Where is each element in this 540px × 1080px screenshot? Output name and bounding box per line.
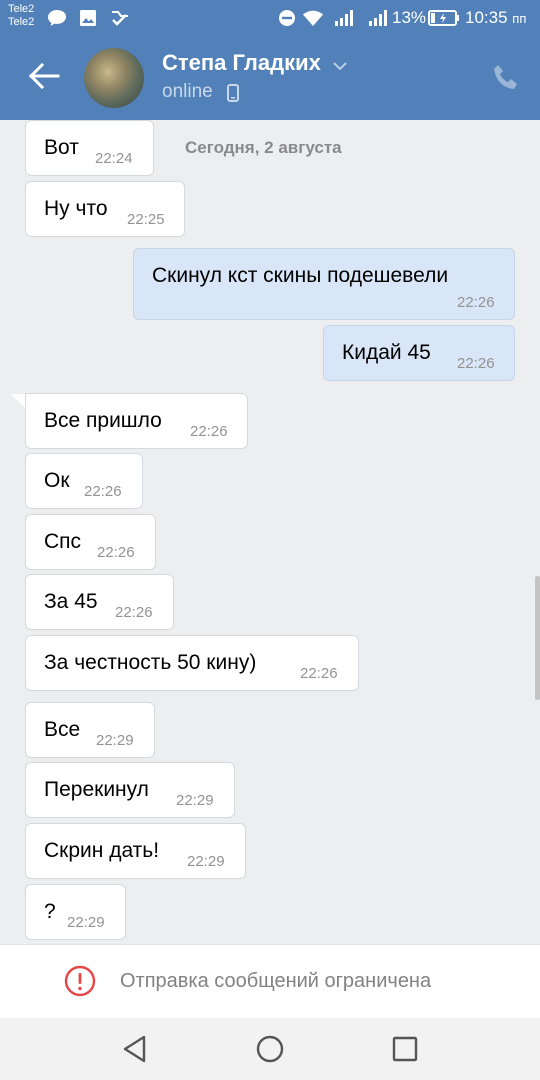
date-separator: Сегодня, 2 августа (185, 138, 342, 157)
message-time: 22:29 (187, 853, 225, 870)
message-text: За 45 (44, 590, 98, 613)
message-bubble[interactable]: Перекинул 22:29 (25, 762, 235, 818)
message-time: 22:26 (97, 544, 135, 561)
image-icon (79, 9, 97, 27)
recents-square-icon (392, 1036, 418, 1062)
message-bubble[interactable]: За 45 22:26 (25, 574, 174, 630)
message-bubble[interactable]: Ок 22:26 (25, 453, 143, 509)
message-time: 22:25 (127, 211, 165, 228)
restriction-text: Отправка сообщений ограничена (120, 970, 432, 992)
message-text: ? (44, 900, 56, 923)
battery-charging-icon (428, 9, 460, 27)
message-text: Ну что (44, 197, 108, 220)
message-time: 22:26 (300, 665, 338, 682)
message-time: 22:29 (176, 792, 214, 809)
messaging-restricted-bar: Отправка сообщений ограничена (0, 944, 540, 1019)
message-text: Ок (44, 469, 70, 492)
nav-back-button[interactable] (118, 1032, 152, 1066)
message-time: 22:26 (190, 423, 228, 440)
warning-circle-icon (64, 965, 96, 1002)
status-bar: Tele2 Tele2 13% 10:35 пп (0, 0, 540, 38)
message-time: 22:29 (67, 914, 105, 931)
message-text: Вот (44, 136, 79, 159)
message-text: Все (44, 718, 81, 741)
message-time: 22:24 (95, 150, 133, 167)
online-status: online (162, 81, 213, 102)
carrier-2: Tele2 (8, 16, 35, 28)
contact-name[interactable]: Степа Гладких (162, 50, 321, 76)
signal-icon (334, 9, 354, 27)
message-icon (47, 9, 67, 27)
chat-header: Степа Гладких online (0, 38, 540, 120)
top-bar: Tele2 Tele2 13% 10:35 пп Степа Гладких o… (0, 0, 540, 120)
message-bubble[interactable]: За честность 50 кину) 22:26 (25, 635, 359, 691)
clock-suffix: пп (512, 11, 527, 26)
message-time: 22:26 (457, 355, 495, 372)
nav-recents-button[interactable] (388, 1032, 422, 1066)
bubble-tail (11, 394, 25, 408)
message-text: Все пришло (44, 409, 162, 432)
message-bubble[interactable]: Скрин дать! 22:29 (25, 823, 246, 879)
scrollbar-thumb[interactable] (535, 576, 540, 700)
call-button[interactable] (490, 62, 522, 94)
message-time: 22:26 (115, 604, 153, 621)
clock: 10:35 пп (465, 8, 526, 28)
back-arrow-icon (28, 62, 60, 90)
message-text: Перекинул (44, 778, 149, 801)
back-button[interactable] (22, 54, 66, 98)
message-bubble[interactable]: Все 22:29 (25, 702, 155, 758)
wifi-icon (302, 9, 324, 27)
message-text: Скрин дать! (44, 839, 160, 862)
message-bubble-outgoing[interactable]: Кидай 45 22:26 (323, 325, 515, 381)
nav-home-button[interactable] (253, 1032, 287, 1066)
avatar[interactable] (84, 48, 144, 108)
android-nav-bar (0, 1018, 540, 1080)
dnd-icon (278, 9, 296, 27)
message-text: Спс (44, 530, 82, 553)
message-bubble[interactable]: ? 22:29 (25, 884, 126, 940)
message-time: 22:26 (84, 483, 122, 500)
message-bubble[interactable]: Все пришло 22:26 (25, 393, 248, 449)
message-bubble-outgoing[interactable]: Скинул кст скины подешевели 22:26 (133, 248, 515, 320)
message-bubble[interactable]: Спс 22:26 (25, 514, 156, 570)
check-icon (110, 9, 130, 27)
home-circle-icon (256, 1035, 284, 1063)
message-text: Скинул кст скины подешевели (152, 264, 449, 287)
message-bubble[interactable]: Ну что 22:25 (25, 181, 185, 237)
call-icon (494, 65, 517, 89)
carrier-labels: Tele2 Tele2 (8, 3, 34, 29)
carrier-1: Tele2 (8, 3, 35, 15)
back-triangle-icon (123, 1035, 146, 1063)
message-text: За честность 50 кину) (44, 651, 257, 674)
signal-icon (368, 9, 388, 27)
chevron-down-icon[interactable] (332, 58, 348, 76)
message-bubble[interactable]: Вот 22:24 (25, 120, 154, 176)
battery-percent: 13% (392, 8, 427, 27)
message-text: Кидай 45 (342, 341, 431, 364)
message-time: 22:29 (96, 732, 134, 749)
mobile-phone-icon (227, 84, 239, 107)
message-list[interactable]: Сегодня, 2 августа Вот 22:24 Ну что 22:2… (0, 120, 540, 944)
clock-time: 10:35 (465, 8, 508, 27)
message-time: 22:26 (457, 294, 495, 311)
